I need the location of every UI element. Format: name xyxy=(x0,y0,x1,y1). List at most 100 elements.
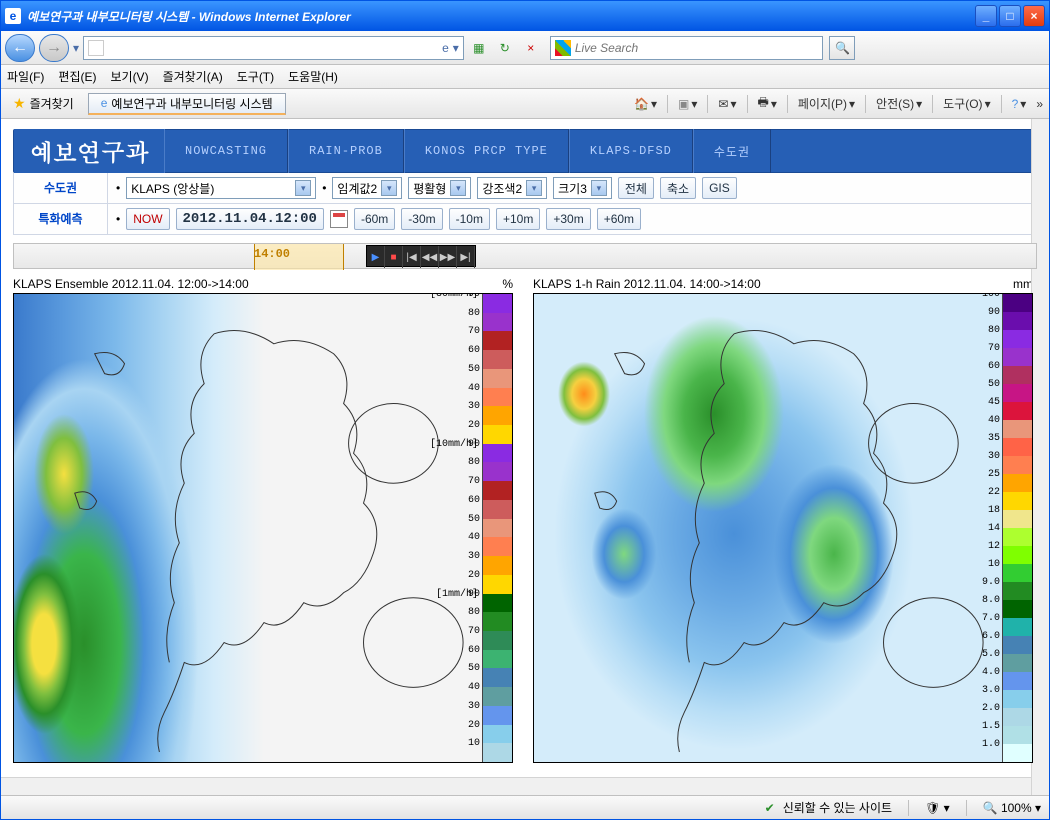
ie-icon: e xyxy=(5,8,21,24)
favorites-button[interactable]: ★ 즐겨찾기 xyxy=(7,93,80,114)
nav-konos[interactable]: KONOS PRCP TYPE xyxy=(404,129,569,173)
feeds-button[interactable]: ▣▾ xyxy=(678,97,697,111)
rain-map: 1009080706050454035302522181412109.08.07… xyxy=(533,293,1033,763)
ensemble-map: 90[30mm/h]8070605040302090[10mm/h]807060… xyxy=(13,293,513,763)
home-icon: 🏠 xyxy=(634,97,649,111)
stop-button[interactable]: × xyxy=(520,37,542,59)
step-p60[interactable]: +60m xyxy=(597,208,641,230)
protected-mode-icon[interactable]: 🛡 ▾ xyxy=(925,801,950,815)
check-icon: ✔ xyxy=(765,801,775,815)
step-m30[interactable]: -30m xyxy=(401,208,442,230)
next-button[interactable]: ▶▶ xyxy=(439,246,457,268)
nav-nowcasting[interactable]: NOWCASTING xyxy=(164,129,288,173)
model-select[interactable]: KLAPS (앙상블)▾ xyxy=(126,177,316,199)
calendar-icon[interactable] xyxy=(330,210,348,228)
chevron-icon[interactable]: » xyxy=(1036,97,1043,111)
nav-klaps-dfsd[interactable]: KLAPS-DFSD xyxy=(569,129,693,173)
ie-icon: e xyxy=(101,96,108,110)
zoom-control[interactable]: 🔍 100% ▾ xyxy=(983,801,1041,815)
search-button[interactable]: 🔍 xyxy=(829,36,855,60)
status-bar: ✔ 신뢰할 수 있는 사이트 🛡 ▾ 🔍 100% ▾ xyxy=(1,795,1049,819)
maximize-button[interactable]: □ xyxy=(999,5,1021,27)
back-button[interactable]: ← xyxy=(5,34,35,62)
menu-bar: 파일(F) 편집(E) 보기(V) 즐겨찾기(A) 도구(T) 도움말(H) xyxy=(1,65,1049,89)
all-button[interactable]: 전체 xyxy=(618,177,654,199)
help-button[interactable]: ?▾ xyxy=(1012,97,1027,111)
dropdown-icon[interactable]: ▾ xyxy=(73,41,79,55)
type-select[interactable]: 평활형▾ xyxy=(408,177,471,199)
browser-navbar: ← → ▾ e ▾ ▦ ↻ × 🔍 xyxy=(1,31,1049,65)
map1-legend: 90[30mm/h]8070605040302090[10mm/h]807060… xyxy=(482,294,512,762)
ie-compat-icon: e xyxy=(442,41,449,55)
url-input[interactable] xyxy=(108,38,442,58)
menu-view[interactable]: 보기(V) xyxy=(110,68,148,85)
tools-menu[interactable]: 도구(O) ▾ xyxy=(943,95,990,112)
nav-metro[interactable]: 수도권 xyxy=(693,129,771,173)
player-controls: ▶ ■ |◀ ◀◀ ▶▶ ▶| xyxy=(366,245,476,267)
menu-file[interactable]: 파일(F) xyxy=(7,68,44,85)
star-icon: ★ xyxy=(13,95,26,112)
refresh-button[interactable]: ↻ xyxy=(494,37,516,59)
nav-rain-prob[interactable]: RAIN-PROB xyxy=(288,129,404,173)
minimize-button[interactable]: _ xyxy=(975,5,997,27)
stop-button[interactable]: ■ xyxy=(385,246,403,268)
map2-legend: 1009080706050454035302522181412109.08.07… xyxy=(1002,294,1032,762)
first-button[interactable]: |◀ xyxy=(403,246,421,268)
prev-button[interactable]: ◀◀ xyxy=(421,246,439,268)
timeline-current: 14:00 xyxy=(254,247,290,261)
gis-button[interactable]: GIS xyxy=(702,177,737,199)
tab-title: 예보연구과 내부모니터링 시스템 xyxy=(111,95,272,112)
site-logo: 예보연구과 xyxy=(14,129,164,173)
menu-help[interactable]: 도움말(H) xyxy=(288,68,338,85)
section-label: 특화예측 xyxy=(14,204,108,234)
page-content: 예보연구과 NOWCASTING RAIN-PROB KONOS PRCP TY… xyxy=(1,119,1049,795)
step-m10[interactable]: -10m xyxy=(449,208,490,230)
print-icon: 🖶 xyxy=(758,93,769,114)
rss-icon: ▣ xyxy=(678,97,689,111)
mail-button[interactable]: ✉▾ xyxy=(718,97,736,111)
step-m60[interactable]: -60m xyxy=(354,208,395,230)
search-box[interactable] xyxy=(550,36,824,60)
threshold-select[interactable]: 임계값2▾ xyxy=(332,177,402,199)
section-label: 수도권 xyxy=(14,173,108,203)
address-bar[interactable]: e ▾ xyxy=(83,36,464,60)
print-button[interactable]: 🖶▾ xyxy=(758,93,777,114)
safety-menu[interactable]: 안전(S) ▾ xyxy=(876,95,922,112)
window-titlebar: e 예보연구과 내부모니터링 시스템 - Windows Internet Ex… xyxy=(1,1,1049,31)
horizontal-scrollbar[interactable] xyxy=(1,777,1031,795)
dropdown-icon[interactable]: ▾ xyxy=(453,41,459,55)
map2-title: KLAPS 1-h Rain 2012.11.04. 14:00->14:00 xyxy=(533,277,761,291)
color-select[interactable]: 강조색2▾ xyxy=(477,177,547,199)
menu-favorites[interactable]: 즐겨찾기(A) xyxy=(163,68,223,85)
close-button[interactable]: × xyxy=(1023,5,1045,27)
step-p10[interactable]: +10m xyxy=(496,208,540,230)
timeline-slider[interactable]: 14:00 ▶ ■ |◀ ◀◀ ▶▶ ▶| xyxy=(13,243,1037,269)
last-button[interactable]: ▶| xyxy=(457,246,475,268)
menu-edit[interactable]: 편집(E) xyxy=(58,68,96,85)
map2-unit: mm xyxy=(1013,277,1033,291)
vertical-scrollbar[interactable] xyxy=(1031,119,1049,795)
favorites-bar: ★ 즐겨찾기 e 예보연구과 내부모니터링 시스템 🏠▾ ▣▾ ✉▾ 🖶▾ 페이… xyxy=(1,89,1049,119)
datetime-display[interactable]: 2012.11.04.12:00 xyxy=(176,208,324,230)
mail-icon: ✉ xyxy=(718,97,728,111)
size-select[interactable]: 크기3▾ xyxy=(553,177,612,199)
trusted-site-label: 신뢰할 수 있는 사이트 xyxy=(783,799,892,816)
search-input[interactable] xyxy=(575,41,819,55)
page-menu[interactable]: 페이지(P) ▾ xyxy=(798,95,855,112)
live-search-icon xyxy=(555,40,571,56)
forward-button[interactable]: → xyxy=(39,34,69,62)
page-icon xyxy=(88,40,104,56)
window-title: 예보연구과 내부모니터링 시스템 - Windows Internet Expl… xyxy=(27,8,975,25)
help-icon: ? xyxy=(1012,97,1019,111)
step-p30[interactable]: +30m xyxy=(546,208,590,230)
browser-tab[interactable]: e 예보연구과 내부모니터링 시스템 xyxy=(88,93,286,115)
now-button[interactable]: NOW xyxy=(126,208,169,230)
menu-tools[interactable]: 도구(T) xyxy=(237,68,274,85)
map1-unit: % xyxy=(502,277,513,291)
compat-view-icon[interactable]: ▦ xyxy=(468,37,490,59)
map1-title: KLAPS Ensemble 2012.11.04. 12:00->14:00 xyxy=(13,277,249,291)
zoom-out-button[interactable]: 축소 xyxy=(660,177,696,199)
site-header: 예보연구과 NOWCASTING RAIN-PROB KONOS PRCP TY… xyxy=(13,129,1037,173)
home-button[interactable]: 🏠▾ xyxy=(634,97,657,111)
play-button[interactable]: ▶ xyxy=(367,246,385,268)
